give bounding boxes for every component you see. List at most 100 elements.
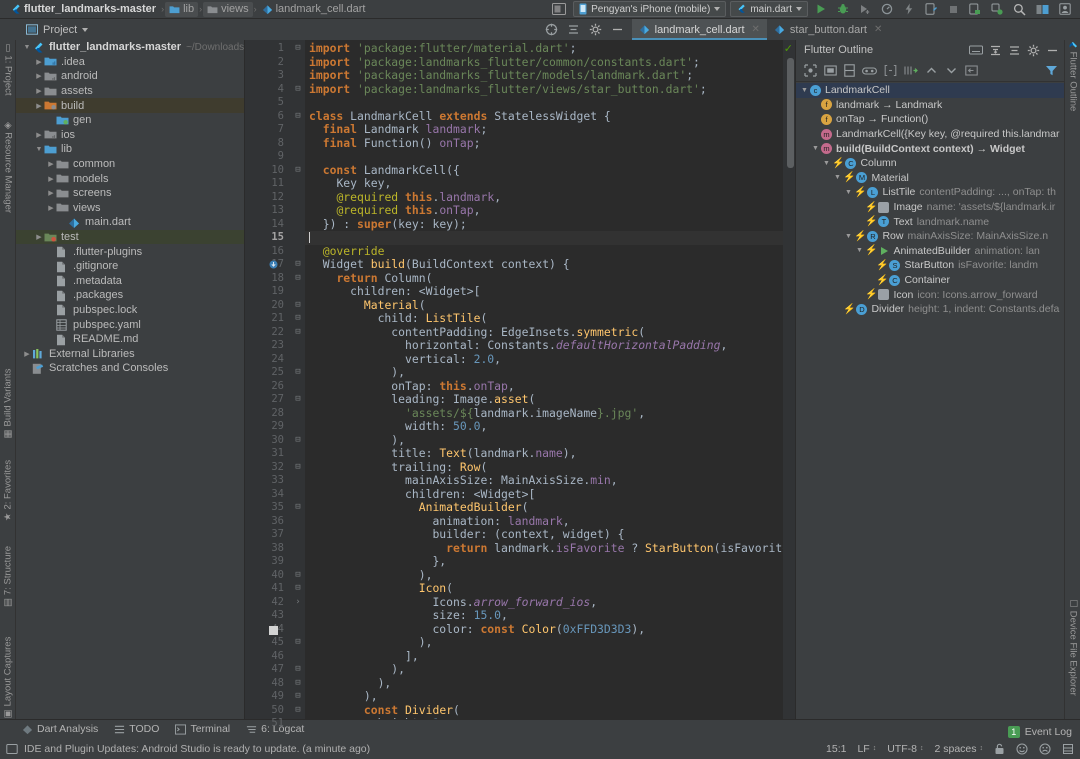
fold-marker[interactable] xyxy=(291,555,305,569)
fold-marker[interactable] xyxy=(291,528,305,542)
code-line[interactable]: size: 15.0, xyxy=(305,608,795,623)
tool-window-favorites[interactable]: ★ 2: Favorites xyxy=(2,460,13,521)
code-line[interactable]: ), xyxy=(305,433,795,448)
outline-node-text[interactable]: ⚡ T Text landmark.name xyxy=(796,214,1064,229)
tree-item-readme-md[interactable]: README.md xyxy=(16,332,244,347)
code-line[interactable]: animation: landmark, xyxy=(305,514,795,529)
code-line[interactable]: height: 1 xyxy=(305,716,795,719)
code-line[interactable]: final Landmark landmark; xyxy=(305,122,795,137)
tree-item-test[interactable]: ▶ test xyxy=(16,229,244,245)
code-line[interactable]: const Divider( xyxy=(305,703,795,718)
tree-expand-arrow[interactable]: ▶ xyxy=(34,131,44,139)
gutter-line-number[interactable]: 5 xyxy=(245,96,291,110)
move-up-icon[interactable] xyxy=(925,64,938,77)
tool-window-todo[interactable]: TODO xyxy=(114,723,159,735)
editor-code-area[interactable]: import 'package:flutter/material.dart'; i… xyxy=(305,40,795,719)
gutter-line-number[interactable]: 44 xyxy=(245,623,291,637)
fold-marker[interactable] xyxy=(291,137,305,151)
fold-marker[interactable]: ⊟ xyxy=(291,663,305,677)
code-line[interactable]: Widget build(BuildContext context) { xyxy=(305,257,795,272)
gutter-line-number[interactable]: 3 xyxy=(245,69,291,83)
code-line[interactable]: }) : super(key: key); xyxy=(305,217,795,232)
expand-all-icon[interactable] xyxy=(989,44,1002,57)
code-editor[interactable]: 1 2 3 4 5 6 7 8 9 10 11 12 13 14 15 16 17 18 19 20 21 22 23 24 2… xyxy=(245,40,795,729)
outline-node-column[interactable]: ▼ ⚡ C Column xyxy=(796,156,1064,171)
tree-expand-arrow[interactable]: ▶ xyxy=(46,189,56,197)
gutter-line-number[interactable]: 43 xyxy=(245,609,291,623)
indent-setting[interactable]: 2 spaces ↕ xyxy=(934,743,983,755)
fold-marker[interactable]: ⊟ xyxy=(291,326,305,340)
run-configuration-selector[interactable]: main.dart xyxy=(730,1,808,17)
outline-expand-arrow[interactable]: ▼ xyxy=(799,87,810,94)
close-icon[interactable]: ✕ xyxy=(752,24,760,35)
fold-marker[interactable]: ⊟ xyxy=(291,677,305,691)
outline-node-landmarkcell[interactable]: ▼ c LandmarkCell xyxy=(796,83,1064,98)
code-line[interactable]: @required this.landmark, xyxy=(305,190,795,205)
close-icon-2[interactable]: ✕ xyxy=(874,24,882,35)
fold-marker[interactable]: ⊟ xyxy=(291,434,305,448)
gutter-line-number[interactable]: 45 xyxy=(245,636,291,650)
code-line[interactable]: title: Text(landmark.name), xyxy=(305,446,795,461)
fold-marker[interactable] xyxy=(291,231,305,245)
code-line[interactable] xyxy=(305,150,795,164)
gutter-line-number[interactable]: 12 xyxy=(245,191,291,205)
run-with-coverage-icon[interactable] xyxy=(856,1,874,17)
fold-marker[interactable]: ⊟ xyxy=(291,272,305,286)
tree-item-idea[interactable]: ▶ .idea xyxy=(16,55,244,70)
event-log-button[interactable]: 1 Event Log xyxy=(1007,726,1072,738)
lock-icon[interactable] xyxy=(994,743,1005,755)
tree-item-gitignore[interactable]: .gitignore xyxy=(16,259,244,274)
tree-item-pubspec-lock[interactable]: pubspec.lock xyxy=(16,303,244,318)
fold-marker[interactable]: ⊟ xyxy=(291,461,305,475)
tree-expand-arrow[interactable]: ▶ xyxy=(34,233,44,241)
fold-marker[interactable] xyxy=(291,245,305,259)
project-structure-icon[interactable] xyxy=(1033,1,1052,17)
outline-expand-arrow[interactable]: ▼ xyxy=(843,189,854,196)
code-line[interactable]: 'assets/${landmark.imageName}.jpg', xyxy=(305,406,795,421)
code-line[interactable]: }, xyxy=(305,554,795,569)
outline-node-icon[interactable]: ⚡ Icon icon: Icons.arrow_forward xyxy=(796,287,1064,302)
extract-method-icon[interactable] xyxy=(884,64,897,77)
code-line[interactable]: builder: (context, widget) { xyxy=(305,527,795,542)
gutter-line-number[interactable]: 23 xyxy=(245,339,291,353)
fold-marker[interactable]: ⊟ xyxy=(291,704,305,718)
tree-item-build[interactable]: ▶ build xyxy=(16,98,244,113)
fold-marker[interactable]: ⊟ xyxy=(291,569,305,583)
gutter-line-number[interactable]: 1 xyxy=(245,42,291,56)
flutter-outline-panel[interactable]: Flutter Outline ▼ c LandmarkCell f landm… xyxy=(795,40,1064,719)
editor-fold-column[interactable]: ⊟ ⊟ ⊟ ⊟ ⊟ ⊟ ⊟ ⊟ ⊟ ⊟ ⊟ ⊟ ⊟ ⊟ ⊟ ⊟ › ⊟ ⊟ ⊟ ⊟ ⊟ xyxy=(291,40,305,719)
gutter-line-number[interactable]: 18 xyxy=(245,272,291,286)
gutter-line-number[interactable]: 41 xyxy=(245,582,291,596)
gutter-line-number[interactable]: 10 xyxy=(245,164,291,178)
code-line[interactable]: mainAxisSize: MainAxisSize.min, xyxy=(305,473,795,488)
memory-indicator-icon[interactable] xyxy=(1062,743,1074,755)
fold-marker[interactable] xyxy=(291,474,305,488)
gutter-line-number[interactable]: 6 xyxy=(245,110,291,124)
tree-expand-arrow[interactable]: ▼ xyxy=(34,146,44,153)
gutter-line-number[interactable]: 26 xyxy=(245,380,291,394)
fold-marker[interactable]: ⊟ xyxy=(291,83,305,97)
code-line[interactable] xyxy=(305,96,795,110)
collapse-all-outline-icon[interactable] xyxy=(1008,44,1021,57)
code-line[interactable]: import 'package:landmarks_flutter/common… xyxy=(305,55,795,70)
wrap-row-icon[interactable] xyxy=(862,66,877,76)
fold-marker[interactable] xyxy=(291,123,305,137)
fold-marker[interactable]: ⊟ xyxy=(291,690,305,704)
code-line[interactable]: ), xyxy=(305,635,795,650)
code-line[interactable]: AnimatedBuilder( xyxy=(305,500,795,515)
fold-marker[interactable] xyxy=(291,285,305,299)
code-line[interactable]: class LandmarkCell extends StatelessWidg… xyxy=(305,109,795,124)
fold-marker[interactable]: ⊟ xyxy=(291,636,305,650)
fold-marker[interactable]: ⊟ xyxy=(291,299,305,313)
breadcrumb-views[interactable]: views xyxy=(203,1,253,17)
gutter-line-number[interactable]: 49 xyxy=(245,690,291,704)
keyboard-icon[interactable] xyxy=(969,45,983,55)
device-manager-icon[interactable] xyxy=(922,1,940,17)
tree-item-gen[interactable]: gen xyxy=(16,113,244,128)
sad-face-icon[interactable] xyxy=(1039,742,1051,755)
outline-settings-gear-icon[interactable] xyxy=(1027,44,1040,57)
notification-icon[interactable] xyxy=(6,743,18,755)
tool-window-dart-analysis[interactable]: Dart Analysis xyxy=(22,723,98,735)
fold-marker[interactable] xyxy=(291,380,305,394)
fold-marker[interactable] xyxy=(291,542,305,556)
